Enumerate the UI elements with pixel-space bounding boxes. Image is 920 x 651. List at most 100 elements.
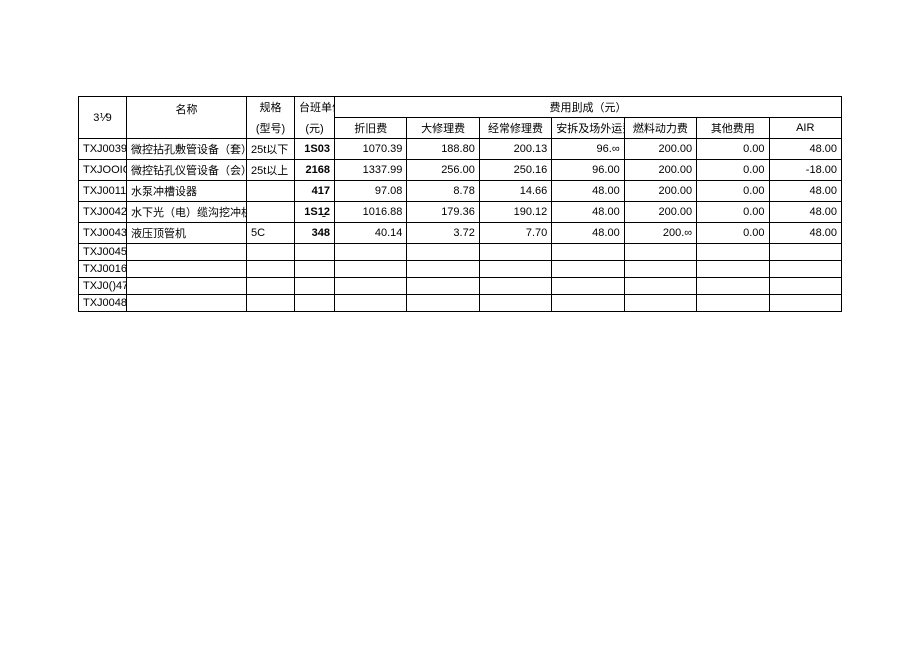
cell-f3 (479, 295, 551, 312)
cell-spec: 25t以上 (247, 160, 295, 181)
col-header-price-bottom: (元) (295, 118, 335, 139)
col-header-f3: 经常修理费 (479, 118, 551, 139)
col-header-spec-top: 规格 (247, 97, 295, 118)
cell-f7: -18.00 (769, 160, 841, 181)
cell-f5: 200.∞ (624, 223, 696, 244)
cell-spec (247, 295, 295, 312)
cell-f4 (552, 244, 624, 261)
cell-spec: 25t以下 (247, 139, 295, 160)
cell-spec (247, 181, 295, 202)
cell-name: 微控拈孔敷管设备（套） (127, 139, 247, 160)
cell-f7: 48.00 (769, 181, 841, 202)
col-header-feegroup: 费用刞成（元） (335, 97, 842, 118)
cell-f1 (335, 261, 407, 278)
cell-f7 (769, 295, 841, 312)
cell-f1: 1337.99 (335, 160, 407, 181)
cell-f7 (769, 244, 841, 261)
cell-name (127, 261, 247, 278)
col-header-f7: AIR (769, 118, 841, 139)
cell-spec (247, 244, 295, 261)
table-row: TXJOOIO微控钻孔仪管设备（会）25t以上21681337.99256.00… (79, 160, 842, 181)
cell-code: TXJ0016 (79, 261, 127, 278)
cell-name: 液压顶管机 (127, 223, 247, 244)
col-header-f1: 折旧费 (335, 118, 407, 139)
cell-f4: 96.∞ (552, 139, 624, 160)
table-row: TXJ0042水下光（电）缆沟挖冲机1S1̱21016.88179.36190.… (79, 202, 842, 223)
cell-name (127, 278, 247, 295)
table-row: TXJ0045 (79, 244, 842, 261)
cell-f7: 48.00 (769, 223, 841, 244)
cell-f4 (552, 278, 624, 295)
cell-f6: 0.00 (697, 160, 769, 181)
table-header: 3⅟9 名称 规格 台班单价 费用刞成（元） (型号) (元) 折旧费 大修理费… (79, 97, 842, 139)
cell-f5 (624, 244, 696, 261)
cell-f5: 200.00 (624, 202, 696, 223)
cell-f3 (479, 261, 551, 278)
cell-spec: 5C (247, 223, 295, 244)
cell-f6: 0.00 (697, 181, 769, 202)
col-header-f2: 大修理费 (407, 118, 479, 139)
cell-f1 (335, 244, 407, 261)
cell-name (127, 295, 247, 312)
page: 3⅟9 名称 规格 台班单价 费用刞成（元） (型号) (元) 折旧费 大修理费… (0, 0, 920, 312)
cell-f6 (697, 295, 769, 312)
cell-f5: 200.00 (624, 160, 696, 181)
cell-f7: 48.00 (769, 202, 841, 223)
cell-code: TXJ0039 (79, 139, 127, 160)
cell-f4 (552, 295, 624, 312)
cell-price: 1S03 (295, 139, 335, 160)
cell-f4: 96.00 (552, 160, 624, 181)
cell-price (295, 295, 335, 312)
cell-name: 水泵冲槽设器 (127, 181, 247, 202)
table-row: TXJ0048 (79, 295, 842, 312)
cell-f1 (335, 295, 407, 312)
cell-f2: 256.00 (407, 160, 479, 181)
cell-f6: 0.00 (697, 139, 769, 160)
cell-f1: 97.08 (335, 181, 407, 202)
cell-price: 348 (295, 223, 335, 244)
cell-f2: 3.72 (407, 223, 479, 244)
table-row: TXJ0039微控拈孔敷管设备（套）25t以下1S031070.39188.80… (79, 139, 842, 160)
cell-f2 (407, 295, 479, 312)
cell-code: TXJ0()47 (79, 278, 127, 295)
cell-code: TXJ0048 (79, 295, 127, 312)
cell-f5 (624, 295, 696, 312)
cell-f5: 200.00 (624, 139, 696, 160)
cell-f6: 0.00 (697, 202, 769, 223)
cell-code: TXJ0045 (79, 244, 127, 261)
cell-f5 (624, 278, 696, 295)
cell-code: TXJ0042 (79, 202, 127, 223)
cell-f3: 200.13 (479, 139, 551, 160)
cell-f5: 200.00 (624, 181, 696, 202)
col-header-f6: 其他费用 (697, 118, 769, 139)
cell-f6 (697, 261, 769, 278)
cell-price: 2168 (295, 160, 335, 181)
cell-price (295, 244, 335, 261)
cell-price (295, 261, 335, 278)
cell-f7 (769, 261, 841, 278)
cell-f3: 250.16 (479, 160, 551, 181)
cell-f2 (407, 244, 479, 261)
cell-f2: 8.78 (407, 181, 479, 202)
table-row: TXJ0()47 (79, 278, 842, 295)
cell-spec (247, 202, 295, 223)
cell-f6: 0.00 (697, 223, 769, 244)
table-row: TXJ0043液压顶管机5C34840.143.727.7048.00200.∞… (79, 223, 842, 244)
data-table: 3⅟9 名称 规格 台班单价 费用刞成（元） (型号) (元) 折旧费 大修理费… (78, 96, 842, 312)
table-row: TXJ0016 (79, 261, 842, 278)
cell-f4: 48.00 (552, 181, 624, 202)
cell-f6 (697, 244, 769, 261)
cell-f2: 179.36 (407, 202, 479, 223)
cell-f3: 14.66 (479, 181, 551, 202)
cell-f3 (479, 278, 551, 295)
col-header-f4: 安拆及场外运费 (552, 118, 624, 139)
cell-price (295, 278, 335, 295)
col-header-name: 名称 (127, 97, 247, 139)
cell-price: 417 (295, 181, 335, 202)
cell-spec (247, 278, 295, 295)
cell-f3: 7.70 (479, 223, 551, 244)
cell-spec (247, 261, 295, 278)
cell-f7 (769, 278, 841, 295)
header-row-1: 3⅟9 名称 规格 台班单价 费用刞成（元） (79, 97, 842, 118)
cell-code: TXJ0011 (79, 181, 127, 202)
